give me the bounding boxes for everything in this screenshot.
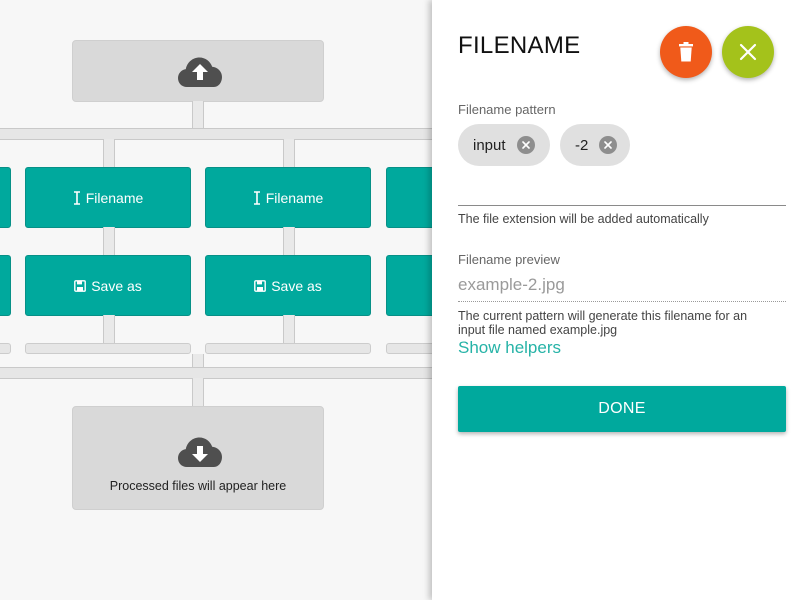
- filename-node[interactable]: [386, 167, 432, 228]
- panel-title: FILENAME: [458, 32, 581, 59]
- connector-pipe: [103, 227, 115, 256]
- pattern-chip[interactable]: input: [458, 124, 550, 166]
- trash-icon: [679, 42, 693, 62]
- filename-pattern-label: Filename pattern: [458, 102, 556, 117]
- filename-node[interactable]: Filename: [205, 167, 371, 228]
- show-helpers-link[interactable]: Show helpers: [458, 338, 561, 358]
- save-as-node-label: Save as: [91, 277, 142, 294]
- preview-hint-line-1: The current pattern will generate this f…: [458, 309, 748, 323]
- input-box[interactable]: [72, 40, 324, 102]
- connector-pipe: [103, 139, 115, 169]
- branch-end: [386, 343, 432, 354]
- branch-end: [205, 343, 371, 354]
- connector-pipe: [103, 315, 115, 344]
- delete-button[interactable]: [660, 26, 712, 78]
- chip-label: -2: [575, 136, 589, 154]
- save-as-node[interactable]: [386, 255, 432, 316]
- branch-end: [25, 343, 191, 354]
- top-bus: [0, 128, 432, 140]
- branch-end: [0, 343, 11, 354]
- filename-preview-value: example-2.jpg: [458, 275, 786, 302]
- connector-pipe: [192, 101, 204, 129]
- bottom-bus: [0, 367, 432, 379]
- text-cursor-icon: [73, 190, 81, 205]
- connector-pipe: [283, 139, 295, 169]
- text-cursor-icon: [253, 190, 261, 205]
- floppy-disk-icon: [74, 279, 87, 292]
- floppy-disk-icon: [254, 279, 267, 292]
- filename-node-label: Filename: [265, 189, 324, 206]
- connector-pipe: [283, 315, 295, 344]
- output-placeholder-text: Processed files will appear here: [109, 479, 287, 493]
- save-as-node[interactable]: Save as: [25, 255, 191, 316]
- cloud-download-icon: [178, 437, 222, 467]
- close-icon: [739, 43, 757, 61]
- connector-pipe: [192, 354, 204, 368]
- remove-circle-icon[interactable]: [599, 136, 618, 154]
- done-button[interactable]: DONE: [458, 386, 786, 432]
- filename-preview-label: Filename preview: [458, 252, 560, 267]
- filename-settings-panel: FILENAME Filename pattern input -2 The f…: [432, 0, 800, 600]
- extension-hint: The file extension will be added automat…: [458, 212, 709, 226]
- connector-pipe: [283, 227, 295, 256]
- save-as-node[interactable]: Save as: [205, 255, 371, 316]
- chip-label: input: [473, 136, 506, 154]
- save-as-node[interactable]: [0, 255, 11, 316]
- close-button[interactable]: [722, 26, 774, 78]
- remove-circle-icon[interactable]: [516, 136, 535, 154]
- filename-node-label: Filename: [85, 189, 144, 206]
- filename-node[interactable]: [0, 167, 11, 228]
- preview-hint-line-2: input file named example.jpg: [458, 323, 618, 337]
- pattern-input[interactable]: [458, 176, 786, 206]
- output-box: [72, 406, 324, 510]
- workflow-canvas: Filename Filename Save as Save as Proces…: [0, 0, 432, 600]
- cloud-upload-icon: [178, 57, 222, 87]
- connector-pipe: [192, 378, 204, 407]
- save-as-node-label: Save as: [271, 277, 322, 294]
- filename-node[interactable]: Filename: [25, 167, 191, 228]
- pattern-chip[interactable]: -2: [560, 124, 630, 166]
